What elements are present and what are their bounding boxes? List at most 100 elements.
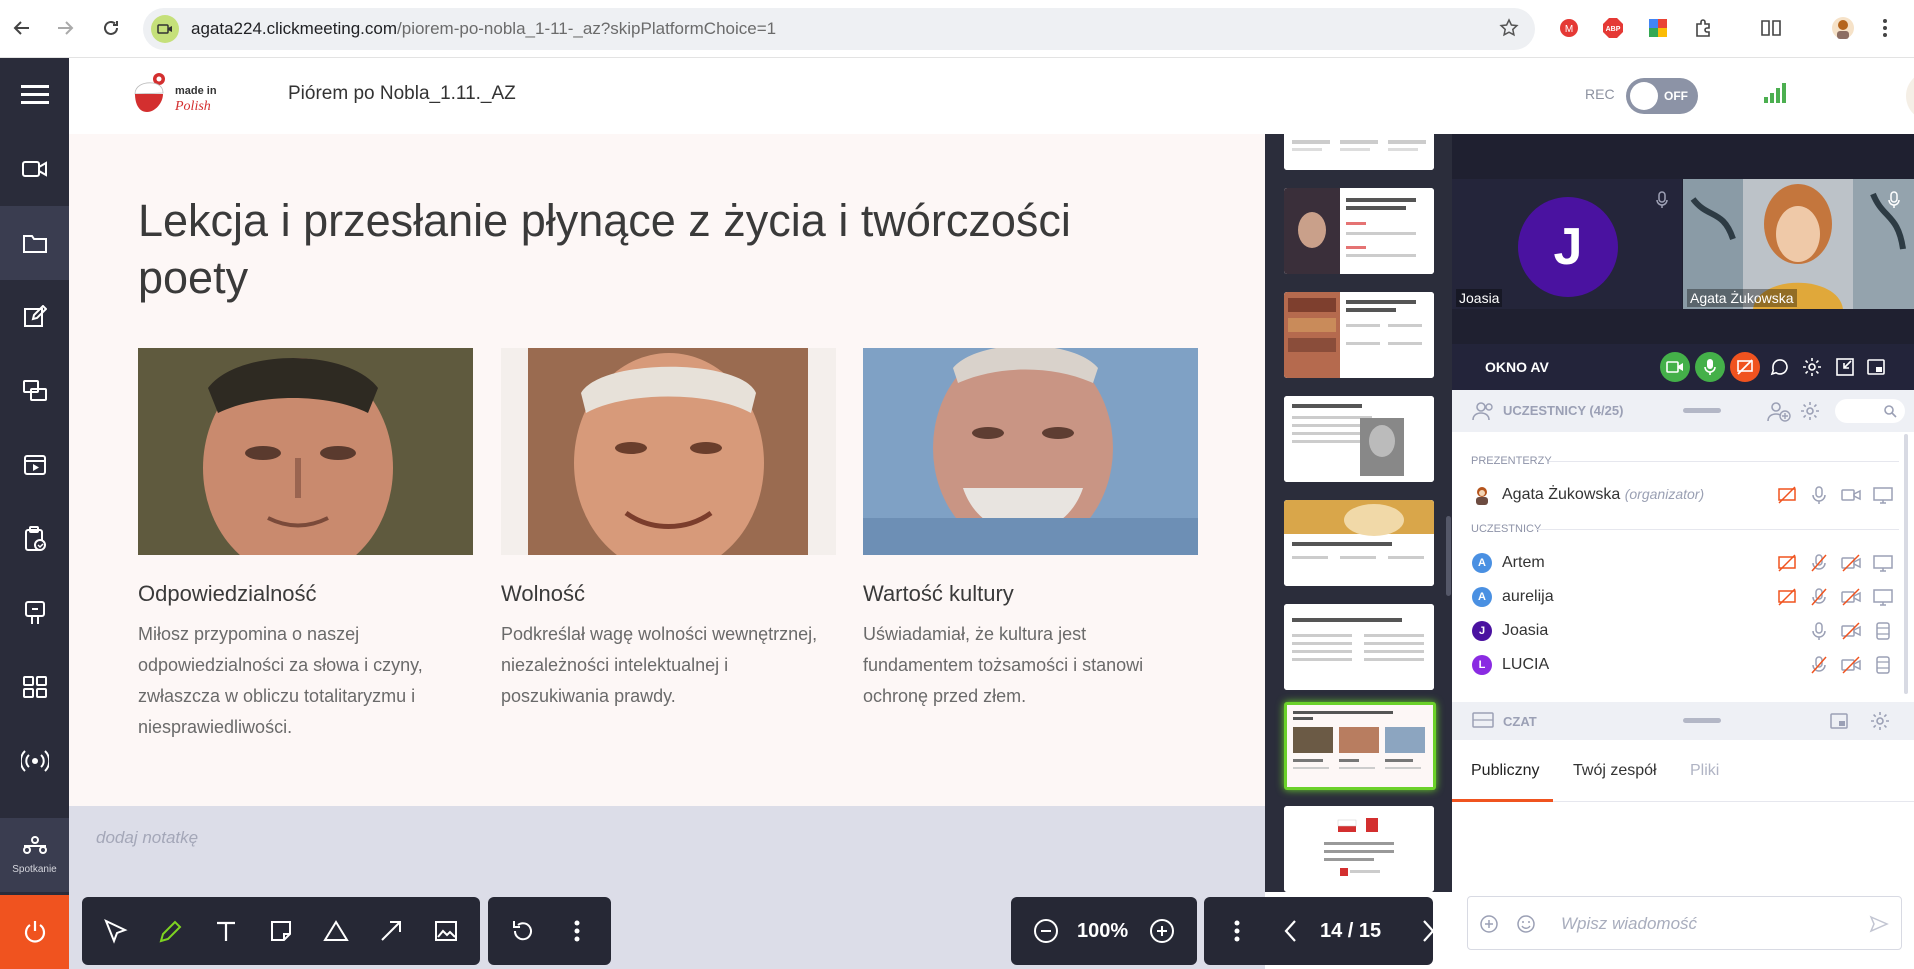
participant-row[interactable]: Agata Żukowska (organizator) [1452,478,1914,512]
participants-count: UCZESTNICY (4/25) [1503,403,1624,418]
slide-thumbnail[interactable] [1284,604,1434,690]
next-page-button[interactable] [1413,916,1443,946]
image-tool-button[interactable] [431,916,461,946]
chat-message-input[interactable]: Wpisz wiadomość [1467,896,1902,950]
pencil-icon [159,920,182,943]
gear-icon [1803,358,1821,376]
mobile-device-icon [1876,656,1890,674]
slide-thumbnail[interactable] [1284,500,1434,586]
participant-row[interactable]: J Joasia [1452,614,1914,648]
tab-your-team[interactable]: Twój zespół [1573,762,1657,780]
forward-button[interactable] [50,13,80,43]
pencil-tool-button[interactable] [156,916,186,946]
zoom-out-button[interactable] [1031,916,1061,946]
sidebar-item-video[interactable] [0,132,69,206]
slide-thumbnail[interactable] [1284,292,1434,378]
rec-toggle[interactable]: OFF [1626,78,1698,114]
slide-thumbnail[interactable] [1284,134,1434,170]
select-tool-button[interactable] [101,916,131,946]
extensions-puzzle-icon[interactable] [1691,16,1715,40]
leave-button[interactable] [0,895,69,969]
gmail-extension-icon[interactable]: M [1557,16,1581,40]
sidebar-item-tests[interactable] [0,502,69,576]
participants-header[interactable]: UCZESTNICY (4/25) [1452,390,1914,432]
camera-toggle-button[interactable] [1660,352,1690,382]
popout-icon [1867,359,1885,375]
more-options-button[interactable] [562,916,592,946]
pointer-icon [104,919,128,944]
text-tool-button[interactable] [211,916,241,946]
tab-public[interactable]: Publiczny [1471,762,1539,780]
monitor-icon [1873,589,1893,606]
arrow-left-icon [13,21,29,35]
chrome-menu-icon[interactable] [1873,16,1897,40]
thumbnails-scrollbar[interactable] [1446,516,1451,596]
camera-off-icon [1841,588,1861,606]
participant-avatar: A [1472,587,1492,607]
microphone-off-icon [1811,588,1827,606]
sidebar-item-broadcast[interactable] [0,724,69,798]
panel-drag-handle[interactable] [1683,408,1721,413]
hamburger-menu-button[interactable] [0,58,69,132]
participants-search[interactable] [1835,399,1905,423]
tab-files[interactable]: Pliki [1690,762,1719,780]
adblock-extension-icon[interactable]: ABP [1601,16,1625,40]
page-options-button[interactable] [1222,916,1252,946]
microphone-toggle-button[interactable] [1695,352,1725,382]
sidebar-item-editor[interactable] [0,280,69,354]
profile-avatar-icon[interactable] [1831,16,1855,40]
site-camera-icon [151,15,179,43]
sidebar-item-files[interactable] [0,206,69,280]
translate-extension-icon[interactable] [1646,16,1670,40]
undo-button[interactable] [508,916,538,946]
slide-thumbnail[interactable] [1284,188,1434,274]
add-attachment-icon [1480,915,1498,933]
participant-row[interactable]: A aurelija [1452,580,1914,614]
participants-scrollbar[interactable] [1904,434,1908,694]
popout-video-button[interactable] [1861,352,1891,382]
chevron-right-icon [1423,920,1435,942]
participant-avatar: L [1472,655,1492,675]
address-bar[interactable]: agata224.clickmeeting.com/piorem-po-nobl… [143,8,1535,50]
video-area: J Joasia Agata Żukowska [1452,134,1914,344]
prev-page-button[interactable] [1276,916,1306,946]
column-text: Miłosz przypomina o naszej odpowiedzialn… [138,624,423,737]
back-button[interactable] [7,13,37,43]
participant-row[interactable]: L LUCIA [1452,648,1914,682]
chat-tabs: Publiczny Twój zespół Pliki [1452,740,1914,802]
zoom-in-button[interactable] [1147,916,1177,946]
edit-icon [23,305,47,327]
video-tile[interactable]: Agata Żukowska [1683,179,1914,309]
av-settings-button[interactable] [1797,352,1827,382]
chat-header[interactable]: CZAT [1452,702,1914,740]
chat-bubble-button[interactable] [1765,352,1795,382]
video-tile[interactable]: J Joasia [1452,179,1682,309]
slide-thumbnail[interactable] [1284,396,1434,482]
chat-input-placeholder: Wpisz wiadomość [1561,914,1698,933]
screen-share-stop-button[interactable] [1730,352,1760,382]
sidebar-item-meeting[interactable]: Spotkanie [0,818,69,892]
bookmark-star-icon[interactable] [1499,18,1519,38]
panel-drag-handle[interactable] [1683,718,1721,723]
reading-list-icon[interactable] [1759,16,1783,40]
connection-signal-icon [1763,80,1789,104]
microphone-icon [1812,486,1826,504]
slide-thumbnail[interactable] [1284,806,1434,892]
arrow-tool-button[interactable] [376,916,406,946]
sidebar-item-whiteboard[interactable] [0,576,69,650]
participant-avatar: A [1472,553,1492,573]
sticky-note-tool-button[interactable] [266,916,296,946]
history-toolbar [488,897,611,965]
sidebar-item-layouts[interactable] [0,650,69,724]
sidebar-item-screen-share[interactable] [0,354,69,428]
presentation-slide: Lekcja i przesłanie płynące z życia i tw… [69,134,1265,806]
participant-row[interactable]: A Artem [1452,546,1914,580]
arrow-right-icon [58,21,74,35]
slide-thumbnail-active[interactable] [1284,702,1436,790]
minimize-video-button[interactable] [1830,352,1860,382]
page-indicator: 14 / 15 [1320,920,1382,942]
user-avatar[interactable] [1906,71,1914,121]
reload-button[interactable] [96,13,126,43]
shape-tool-button[interactable] [321,916,351,946]
sidebar-item-media[interactable] [0,428,69,502]
